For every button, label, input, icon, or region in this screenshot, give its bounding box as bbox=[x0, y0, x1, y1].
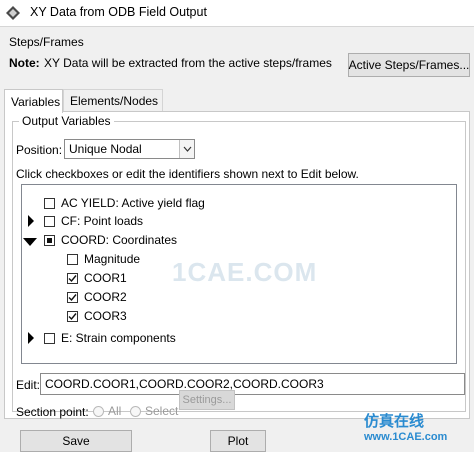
edit-identifiers-input[interactable]: COORD.COOR1,COORD.COOR2,COORD.COOR3 bbox=[40, 373, 465, 395]
output-variables-title: Output Variables bbox=[19, 114, 114, 128]
tree-item-label: Magnitude bbox=[84, 252, 141, 266]
tree-item-label: CF: Point loads bbox=[61, 214, 144, 228]
position-label: Position: bbox=[16, 143, 63, 157]
note-text: XY Data will be extracted from the activ… bbox=[44, 56, 332, 70]
expand-arrow-icon[interactable] bbox=[26, 332, 36, 344]
checkbox-checked[interactable] bbox=[67, 310, 78, 322]
variables-tab-panel: Output Variables Position: Unique Nodal … bbox=[4, 111, 470, 419]
output-variables-tree[interactable]: AC YIELD: Active yield flag CF: Point lo… bbox=[21, 184, 457, 364]
radio-all-label: All bbox=[108, 404, 122, 418]
tree-item-coor1[interactable]: COOR1 bbox=[67, 269, 127, 287]
tree-item-e[interactable]: E: Strain components bbox=[44, 329, 176, 347]
plot-button[interactable]: Plot bbox=[210, 430, 266, 452]
radio-all[interactable]: All bbox=[93, 404, 121, 418]
tree-item-label: COOR3 bbox=[84, 309, 127, 323]
active-steps-frames-button[interactable]: Active Steps/Frames... bbox=[348, 53, 470, 77]
position-select-value: Unique Nodal bbox=[69, 142, 142, 156]
tree-item-magnitude[interactable]: Magnitude bbox=[67, 250, 140, 268]
tree-item-label: COOR2 bbox=[84, 290, 127, 304]
checkbox-partial[interactable] bbox=[44, 234, 55, 246]
tree-item-coor2[interactable]: COOR2 bbox=[67, 288, 127, 306]
tree-item-label: AC YIELD: Active yield flag bbox=[61, 196, 205, 210]
watermark-text: 1CAE.COM bbox=[172, 257, 318, 287]
tab-variables[interactable]: Variables bbox=[4, 89, 63, 113]
checkbox-checked[interactable] bbox=[67, 272, 78, 284]
steps-frames-heading: Steps/Frames bbox=[9, 35, 84, 49]
checkbox-checked[interactable] bbox=[67, 291, 78, 303]
radio-select[interactable]: Select bbox=[130, 404, 178, 418]
watermark-badge: 仿真在线 www.1CAE.com bbox=[364, 410, 447, 443]
checkbox[interactable] bbox=[67, 253, 78, 265]
tree-item-ac-yield[interactable]: AC YIELD: Active yield flag bbox=[44, 194, 205, 212]
settings-button[interactable]: Settings... bbox=[179, 390, 235, 410]
expand-arrow-icon[interactable] bbox=[26, 215, 36, 227]
watermark-badge-url: www.1CAE.com bbox=[364, 431, 448, 443]
output-variables-group: Output Variables Position: Unique Nodal … bbox=[12, 114, 466, 419]
watermark-badge-cn: 仿真在线 bbox=[364, 412, 425, 430]
chevron-down-icon[interactable] bbox=[179, 140, 194, 158]
tree-item-label: E: Strain components bbox=[61, 331, 176, 345]
radio-circle-icon bbox=[130, 406, 141, 418]
radio-select-label: Select bbox=[145, 404, 179, 418]
edit-label: Edit: bbox=[16, 378, 41, 392]
tab-elements-nodes[interactable]: Elements/Nodes bbox=[63, 89, 163, 112]
tree-item-label: COOR1 bbox=[84, 271, 127, 285]
edit-identifiers-value: COORD.COOR1,COORD.COOR2,COORD.COOR3 bbox=[45, 377, 324, 391]
title-bar: XY Data from ODB Field Output bbox=[0, 0, 474, 27]
save-button[interactable]: Save bbox=[20, 430, 132, 452]
tree-item-label: COORD: Coordinates bbox=[61, 233, 178, 247]
abaqus-app-icon bbox=[6, 6, 20, 20]
instructions-text: Click checkboxes or edit the identifiers… bbox=[16, 167, 359, 181]
checkbox[interactable] bbox=[44, 332, 55, 344]
window-title: XY Data from ODB Field Output bbox=[30, 5, 207, 19]
checkbox[interactable] bbox=[44, 215, 55, 227]
tree-item-coord[interactable]: COORD: Coordinates bbox=[44, 231, 177, 249]
radio-circle-icon bbox=[93, 406, 104, 418]
checkbox[interactable] bbox=[44, 197, 55, 209]
section-point-label: Section point: bbox=[16, 405, 89, 419]
tree-item-coor3[interactable]: COOR3 bbox=[67, 307, 127, 325]
position-select[interactable]: Unique Nodal bbox=[64, 139, 195, 159]
tree-item-cf[interactable]: CF: Point loads bbox=[44, 212, 143, 230]
note-label: Note: bbox=[9, 56, 40, 70]
collapse-arrow-icon[interactable] bbox=[23, 236, 37, 248]
